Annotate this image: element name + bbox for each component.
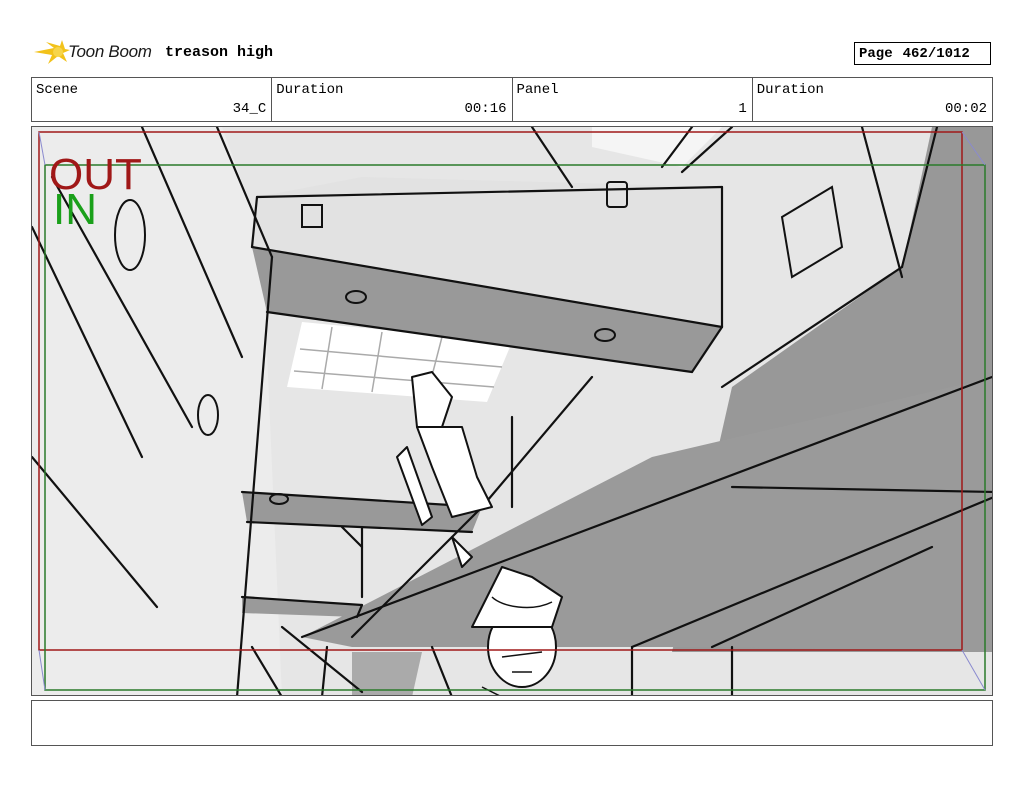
- panel-cell: Panel 1: [513, 78, 753, 121]
- page-label: Page: [859, 45, 893, 62]
- panel-duration-value: 00:02: [944, 101, 987, 117]
- scene-duration-value: 00:16: [464, 101, 507, 117]
- logo-wordmark: Toon Boom: [68, 42, 152, 61]
- panel-label: Panel: [516, 82, 559, 98]
- page-number: 462/1012: [902, 45, 970, 62]
- scene-value: 34_C: [232, 101, 267, 117]
- panel-info-bar: Scene 34_C Duration 00:16 Panel 1 Durati…: [31, 77, 993, 122]
- scene-cell: Scene 34_C: [32, 78, 273, 121]
- storyboard-panel[interactable]: OUT IN: [31, 126, 993, 696]
- scene-duration-cell: Duration 00:16: [272, 78, 513, 121]
- caption-box[interactable]: [31, 700, 993, 746]
- in-label: IN: [53, 185, 97, 234]
- panel-duration-label: Duration: [756, 82, 824, 98]
- panel-duration-cell: Duration 00:02: [753, 78, 992, 121]
- scene-label: Scene: [36, 82, 79, 98]
- page-indicator: Page 462/1012: [854, 42, 991, 65]
- project-title: treason high: [165, 44, 274, 61]
- panel-sketch: OUT IN: [32, 127, 992, 695]
- scene-duration-label: Duration: [276, 82, 344, 98]
- panel-value: 1: [738, 101, 747, 117]
